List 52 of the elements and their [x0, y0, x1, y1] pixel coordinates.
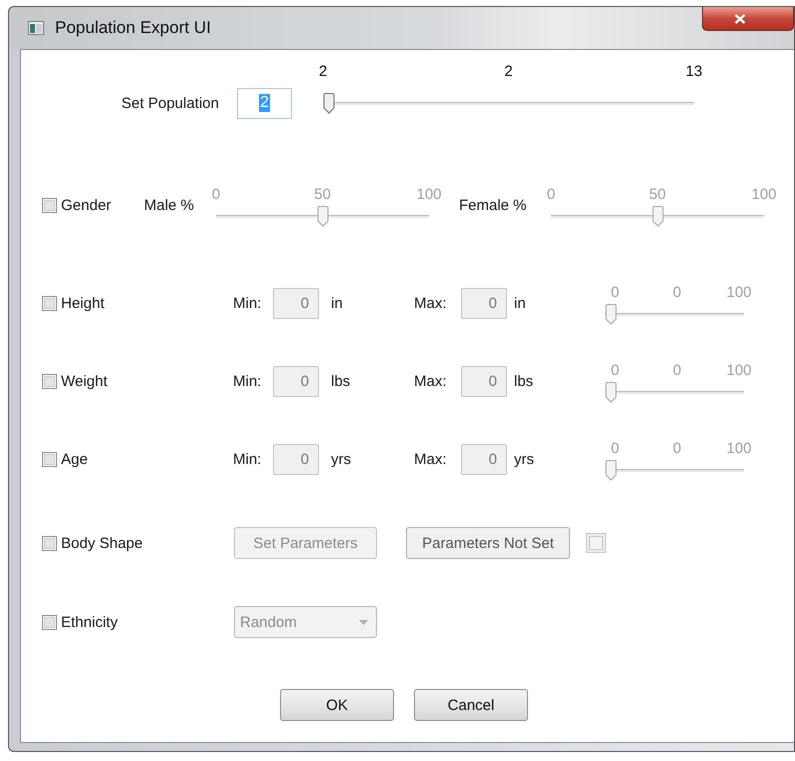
field-label: Min: — [233, 294, 262, 312]
checkbox-label: Weight — [61, 372, 108, 390]
tick-label: 0 — [672, 362, 682, 378]
close-icon — [734, 14, 746, 24]
tick-label: 50 — [313, 186, 332, 202]
field-label: Max: — [414, 294, 448, 312]
tick-label: 100 — [750, 186, 778, 202]
dialog-button[interactable]: OK — [280, 689, 394, 721]
field-label: Max: — [414, 450, 448, 468]
tick-label: 0 — [210, 186, 222, 202]
unit-label: in — [513, 294, 527, 312]
checkbox-label: Gender — [61, 196, 112, 214]
tick-label: 100 — [725, 362, 753, 378]
caret-icon — [359, 620, 368, 624]
slider-label: Male % — [144, 196, 196, 214]
unit-label: lbs — [330, 372, 352, 390]
checkbox[interactable] — [42, 536, 57, 550]
window-icon — [28, 21, 44, 35]
tick-label: 0 — [672, 284, 682, 300]
unit-label: yrs — [330, 450, 352, 468]
tick-label: 0 — [546, 186, 556, 202]
checkbox[interactable] — [42, 614, 57, 630]
tick-label: 50 — [648, 186, 667, 202]
window-title: Population Export UI — [55, 18, 211, 38]
field-label: Min: — [233, 372, 262, 390]
checkbox[interactable] — [42, 198, 57, 212]
dialog-button[interactable]: Cancel — [414, 689, 528, 721]
tick-label: 0 — [672, 440, 682, 456]
tick-label: 0 — [610, 440, 620, 456]
field-label: Set Population — [120, 94, 219, 112]
status-button[interactable]: Parameters Not Set — [406, 527, 570, 559]
field-label: Max: — [414, 372, 448, 390]
checkbox-label: Height — [61, 294, 104, 312]
tick-label: 13 — [684, 62, 704, 80]
checkbox-label: Age — [61, 450, 88, 468]
slider-label: Female % — [459, 196, 528, 214]
tick-label: 2 — [503, 62, 514, 80]
close-button[interactable] — [702, 7, 794, 31]
tick-label: 100 — [725, 284, 753, 300]
unit-label: yrs — [513, 450, 535, 468]
checkbox-label: Ethnicity — [61, 614, 118, 630]
tick-label: 0 — [610, 284, 620, 300]
tick-label: 100 — [725, 440, 753, 456]
tick-label: 0 — [610, 362, 620, 378]
unit-label: in — [330, 294, 344, 312]
tick-label: 2 — [318, 62, 328, 80]
population-field[interactable]: 2 — [237, 88, 292, 118]
unit-label: lbs — [513, 372, 534, 390]
slider-handle[interactable] — [323, 93, 335, 114]
field-label: Min: — [233, 450, 262, 468]
tick-label: 100 — [415, 186, 443, 202]
checkbox-label: Body Shape — [61, 534, 143, 552]
